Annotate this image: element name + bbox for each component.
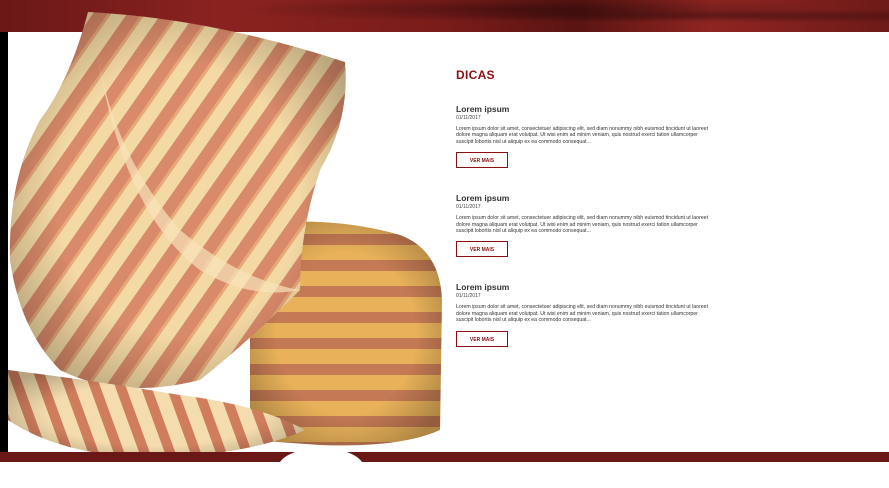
snack-photo [8, 12, 442, 458]
article-date: 01/11/2017 [456, 293, 481, 300]
article-title: Lorem ipsum [456, 104, 510, 114]
bottom-circle-tab [278, 448, 364, 488]
tips-section: DICAS Lorem ipsum 01/11/2017 Lorem ipsum… [456, 68, 716, 372]
article-item: Lorem ipsum 01/11/2017 Lorem ipsum dolor… [456, 193, 716, 258]
article-item: Lorem ipsum 01/11/2017 Lorem ipsum dolor… [456, 282, 716, 347]
article-text: Lorem ipsum dolor sit amet, consectetuer… [456, 126, 709, 145]
section-title: DICAS [456, 68, 495, 82]
article-title: Lorem ipsum [456, 282, 510, 293]
article-item: Lorem ipsum 01/11/2017 Lorem ipsum dolor… [456, 104, 716, 169]
ver-mais-button[interactable]: VER MAIS [456, 152, 508, 169]
article-text: Lorem ipsum dolor sit amet, consectetuer… [456, 215, 709, 235]
article-date: 01/11/2017 [456, 204, 481, 211]
article-date: 01/11/2017 [456, 115, 481, 121]
article-title: Lorem ipsum [456, 193, 510, 204]
article-text: Lorem ipsum dolor sit amet, consectetuer… [456, 304, 709, 324]
ver-mais-button[interactable]: VER MAIS [456, 330, 508, 347]
bottom-bar [0, 452, 889, 462]
ver-mais-button[interactable]: VER MAIS [456, 241, 508, 258]
